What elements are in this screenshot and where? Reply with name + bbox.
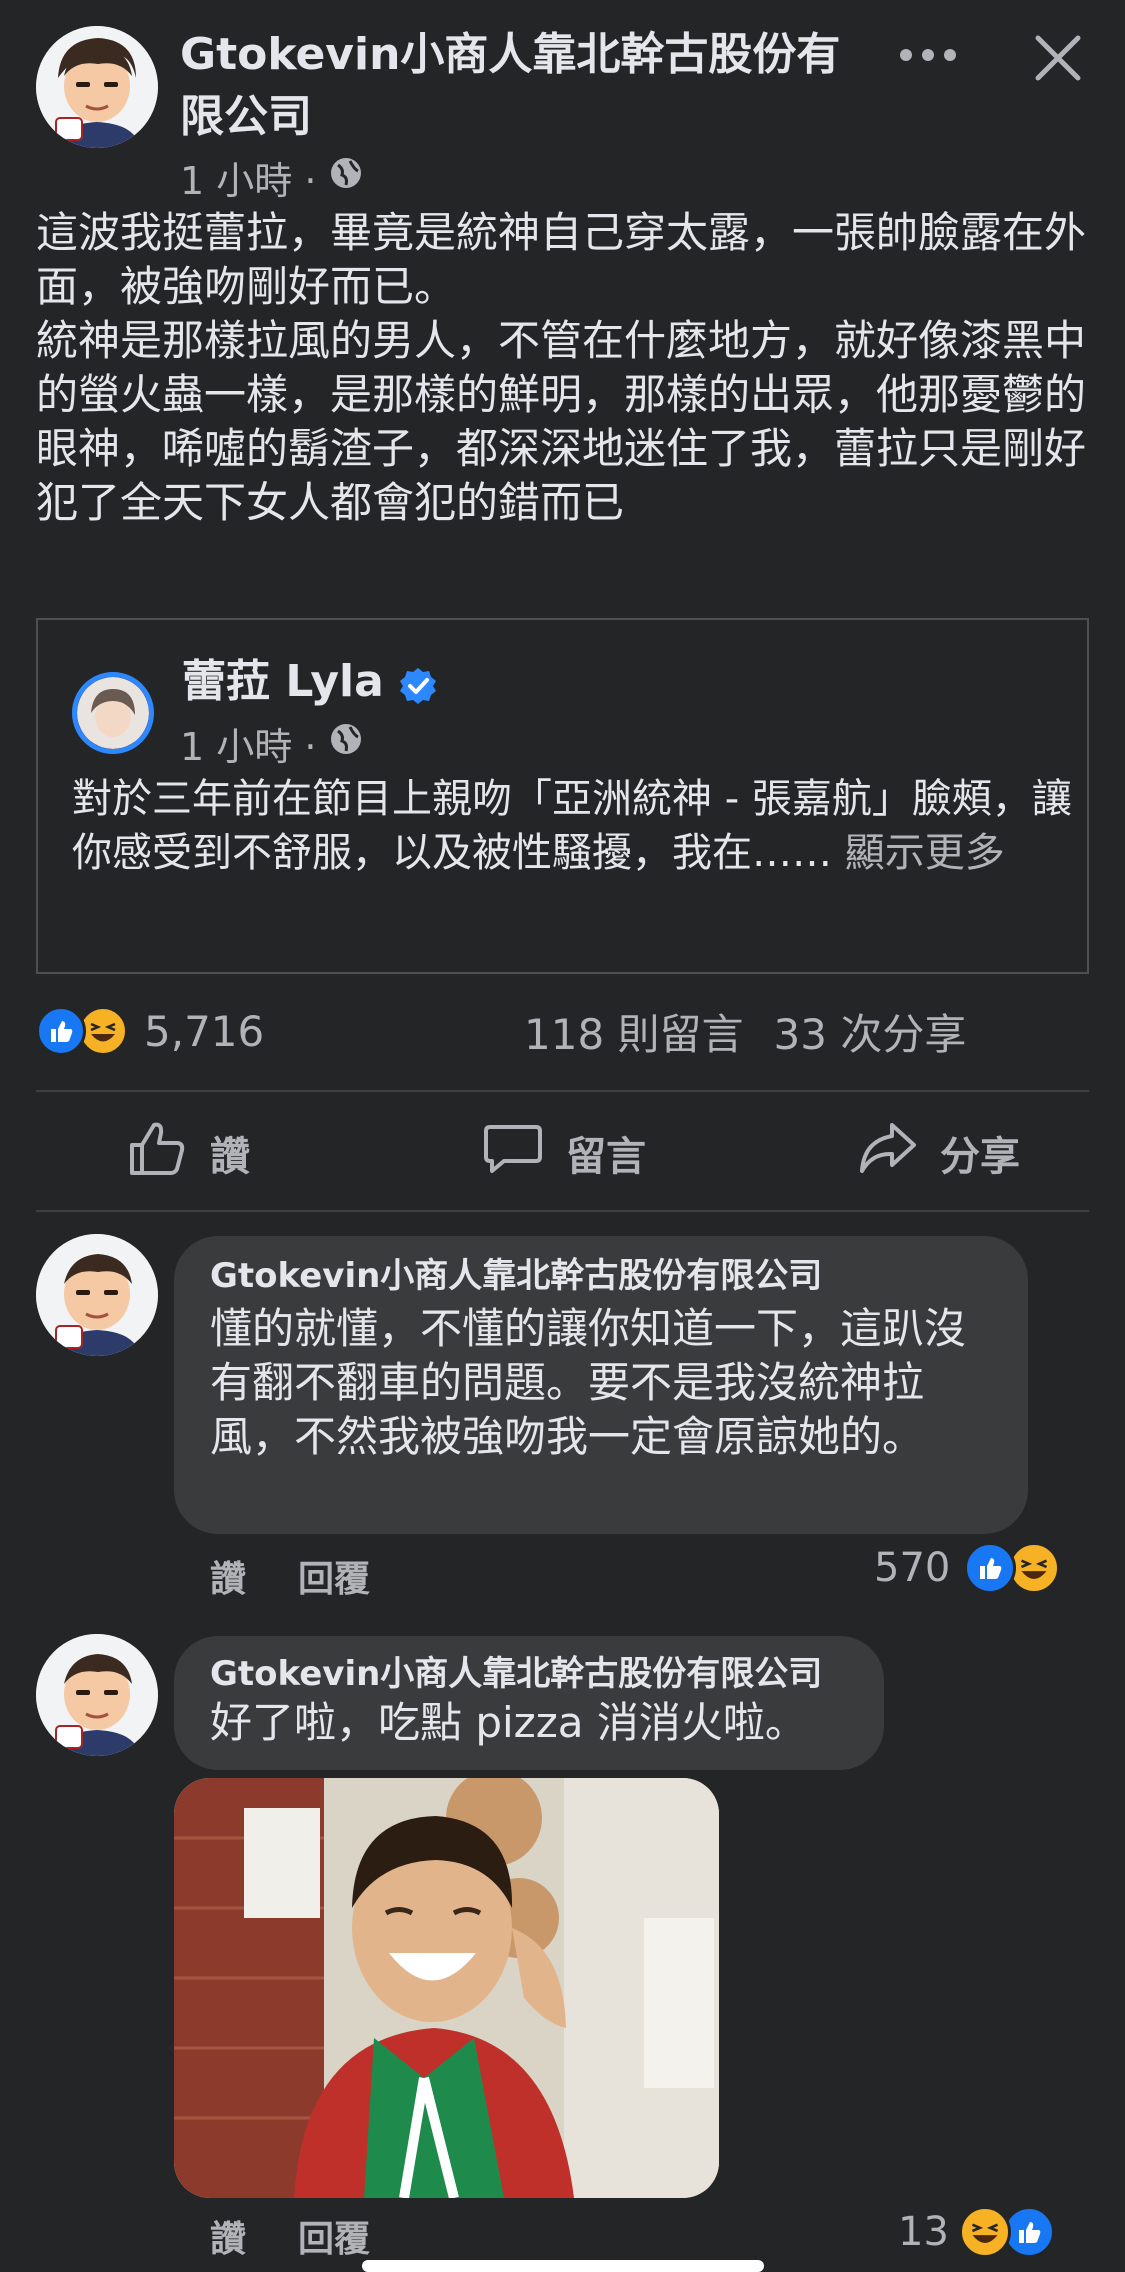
more-dots-icon[interactable] xyxy=(900,40,956,70)
comment-author-avatar[interactable] xyxy=(36,1634,158,1756)
comment-actions: 讚 回覆 xyxy=(210,2210,370,2262)
share-button-label: 分享 xyxy=(940,1134,1020,1180)
post-stats: 118 則留言 33 次分享 xyxy=(524,1006,966,1064)
haha-reaction-icon xyxy=(958,2206,1011,2258)
share-count[interactable]: 33 次分享 xyxy=(774,1006,967,1064)
post-author-name[interactable]: Gtokevin小商人靠北幹古股份有限公司 xyxy=(180,24,880,148)
haha-reaction-icon xyxy=(1008,1542,1061,1594)
comment-author-name[interactable]: Gtokevin小商人靠北幹古股份有限公司 xyxy=(210,1254,992,1298)
divider xyxy=(36,1210,1089,1212)
share-icon xyxy=(856,1117,918,1189)
home-indicator xyxy=(362,2260,764,2272)
globe-icon xyxy=(328,721,364,766)
comment-reactions[interactable]: 13 xyxy=(898,2206,1055,2258)
reaction-count[interactable]: 5,716 xyxy=(144,1007,264,1056)
comment-actions: 讚 回覆 xyxy=(210,1550,370,1602)
comment-author-name[interactable]: Gtokevin小商人靠北幹古股份有限公司 xyxy=(210,1652,848,1696)
comment-reply-button[interactable]: 回覆 xyxy=(298,2210,370,2262)
comment-reactions[interactable]: 570 xyxy=(874,1542,1061,1594)
comment-bubble[interactable]: Gtokevin小商人靠北幹古股份有限公司 懂的就懂，不懂的讓你知道一下，這趴沒… xyxy=(174,1236,1028,1534)
like-reaction-icon xyxy=(964,1542,1017,1594)
comment-count[interactable]: 118 則留言 xyxy=(524,1006,744,1064)
shared-author[interactable]: 蕾菈 Lyla xyxy=(182,652,438,712)
comment-icon xyxy=(482,1117,544,1189)
comment-button-label: 留言 xyxy=(566,1134,646,1180)
comment-text: 懂的就懂，不懂的讓你知道一下，這趴沒有翻不翻車的問題。要不是我沒統神拉風，不然我… xyxy=(210,1304,967,1461)
post-author-avatar[interactable] xyxy=(36,26,158,148)
shared-body: 對於三年前在節目上親吻「亞洲統神 - 張嘉航」臉頰，讓你感受到不舒服，以及被性騷… xyxy=(72,772,1072,880)
comment-text: 好了啦，吃點 pizza 消消火啦。 xyxy=(210,1698,807,1747)
comment-author-avatar[interactable] xyxy=(36,1234,158,1356)
comment-photo[interactable] xyxy=(174,1778,719,2198)
verified-badge-icon xyxy=(398,662,438,704)
post-meta: 1 小時 · xyxy=(180,150,364,205)
shared-author-name[interactable]: 蕾菈 Lyla xyxy=(182,652,384,712)
like-button[interactable]: 讚 xyxy=(126,1122,250,1184)
reaction-summary[interactable]: 5,716 xyxy=(36,1006,264,1056)
comment-button[interactable]: 留言 xyxy=(482,1122,646,1184)
comment-like-button[interactable]: 讚 xyxy=(210,2210,246,2262)
comment-reply-button[interactable]: 回覆 xyxy=(298,1550,370,1602)
shared-author-avatar[interactable] xyxy=(72,672,154,754)
close-icon[interactable] xyxy=(1030,30,1086,86)
divider xyxy=(36,1090,1089,1092)
comment-like-button[interactable]: 讚 xyxy=(210,1550,246,1602)
thumbs-up-icon xyxy=(126,1117,188,1189)
like-reaction-icon xyxy=(36,1006,86,1056)
shared-meta: 1 小時 · xyxy=(180,716,364,771)
comment-reaction-count: 13 xyxy=(898,2209,949,2255)
post-time: 1 小時 · xyxy=(180,159,317,203)
see-more-link[interactable]: 顯示更多 xyxy=(845,830,1005,876)
share-button[interactable]: 分享 xyxy=(856,1122,1020,1184)
comment-bubble[interactable]: Gtokevin小商人靠北幹古股份有限公司 好了啦，吃點 pizza 消消火啦。 xyxy=(174,1636,884,1770)
shared-time: 1 小時 · xyxy=(180,725,317,769)
like-button-label: 讚 xyxy=(210,1134,250,1180)
post-body: 這波我挺蕾拉，畢竟是統神自己穿太露，一張帥臉露在外面，被強吻剛好而已。 統神是那… xyxy=(36,208,1087,527)
comment-reaction-count: 570 xyxy=(874,1545,951,1591)
globe-icon xyxy=(328,155,364,200)
